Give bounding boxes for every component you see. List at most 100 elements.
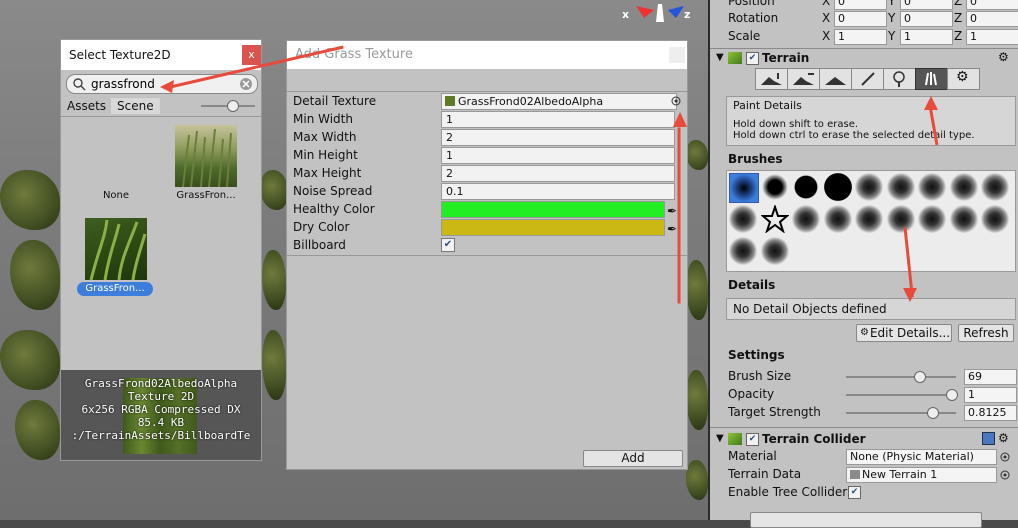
brush-size-input[interactable]: 69: [964, 369, 1017, 385]
brush-swatch[interactable]: [886, 205, 915, 233]
collider-enabled-checkbox[interactable]: ✔: [746, 433, 759, 446]
grass-thumbnail-2[interactable]: [85, 218, 147, 281]
target-strength-slider-knob[interactable]: [926, 407, 939, 419]
tab-scene[interactable]: Scene: [111, 98, 160, 114]
scale-x-input[interactable]: 1: [834, 29, 887, 45]
min-width-input[interactable]: 1: [441, 111, 675, 128]
brush-swatch[interactable]: [855, 173, 883, 201]
refresh-button[interactable]: Refresh: [958, 324, 1014, 342]
rotation-x-input[interactable]: 0: [834, 11, 887, 27]
target-strength-slider[interactable]: [846, 412, 956, 414]
dry-color-swatch[interactable]: [441, 219, 665, 236]
min-height-input[interactable]: 1: [441, 147, 675, 164]
terrain-data-field[interactable]: New Terrain 1: [846, 467, 997, 483]
brush-swatch[interactable]: [729, 237, 757, 265]
brush-swatch[interactable]: [759, 203, 790, 234]
help-book-icon[interactable]: [982, 432, 995, 445]
brush-swatch[interactable]: [918, 205, 946, 233]
component-settings-gear-icon[interactable]: ⚙: [998, 50, 1009, 64]
detail-texture-field[interactable]: GrassFrond02AlbedoAlpha: [441, 93, 677, 110]
brush-swatch[interactable]: [981, 173, 1009, 201]
raise-lower-terrain-tool[interactable]: [755, 68, 788, 90]
clear-search-icon[interactable]: [239, 77, 253, 91]
brush-swatch[interactable]: [729, 205, 757, 233]
grass-frond-icon: [89, 219, 147, 281]
dry-color-label: Dry Color: [293, 220, 350, 234]
target-strength-input[interactable]: 0.8125: [964, 405, 1017, 421]
place-trees-tool[interactable]: [883, 68, 916, 90]
orientation-gizmo[interactable]: x z: [622, 2, 692, 28]
edit-details-button[interactable]: ⚙ Edit Details...: [856, 324, 952, 342]
brush-swatch[interactable]: [792, 205, 820, 233]
rotation-y-input[interactable]: 0: [900, 11, 953, 27]
asset-item-none[interactable]: None: [76, 190, 156, 201]
object-picker-icon[interactable]: [671, 96, 681, 106]
brush-size-slider-knob[interactable]: [913, 371, 926, 383]
scale-z-input[interactable]: 1: [966, 29, 1018, 45]
position-x-input[interactable]: 0: [834, 0, 887, 10]
gear-icon: ⚙: [956, 69, 969, 85]
paint-details-tool[interactable]: [915, 68, 948, 90]
healthy-color-row: Healthy Color ✒: [293, 200, 677, 218]
brush-swatch[interactable]: [886, 173, 915, 201]
settings-heading: Settings: [728, 348, 785, 362]
brush-swatch[interactable]: [823, 205, 852, 233]
billboard-checkbox[interactable]: ✔: [441, 238, 455, 252]
brush-swatch[interactable]: [760, 173, 789, 201]
max-height-row: Max Height 2: [293, 164, 675, 182]
position-z-input[interactable]: 0: [966, 0, 1018, 10]
brush-size-label: Brush Size: [728, 369, 792, 383]
foldout-arrow-icon[interactable]: ▼: [716, 433, 724, 444]
texture-icon: [445, 96, 455, 106]
asset-item-label-1[interactable]: GrassFron...: [166, 190, 246, 201]
smooth-height-tool[interactable]: [819, 68, 852, 90]
gear-icon: ⚙: [860, 327, 869, 338]
max-height-label: Max Height: [293, 166, 362, 180]
gizmo-icon: [636, 4, 684, 22]
terrain-component-icon: [728, 52, 742, 64]
paint-texture-tool[interactable]: [851, 68, 884, 90]
terrain-settings-tool[interactable]: ⚙: [947, 68, 980, 90]
opacity-input[interactable]: 1: [964, 387, 1017, 403]
brush-swatch[interactable]: [760, 237, 789, 265]
details-heading: Details: [728, 278, 776, 292]
add-component-button[interactable]: [750, 512, 982, 528]
brush-swatch[interactable]: [949, 205, 978, 233]
object-picker-icon[interactable]: [1000, 470, 1010, 480]
brush-size-slider[interactable]: [846, 376, 956, 378]
paint-height-tool[interactable]: [787, 68, 820, 90]
terrain-enabled-checkbox[interactable]: ✔: [746, 52, 759, 65]
rotation-z-input[interactable]: 0: [966, 11, 1018, 27]
opacity-slider-knob[interactable]: [946, 389, 958, 401]
asset-item-selected[interactable]: GrassFron...: [77, 282, 153, 296]
grass-thumbnail-1[interactable]: [175, 125, 237, 188]
brush-swatch[interactable]: [918, 173, 946, 201]
tab-assets[interactable]: Assets: [61, 98, 113, 114]
component-settings-gear-icon[interactable]: ⚙: [998, 431, 1009, 445]
object-picker-icon[interactable]: [1000, 452, 1010, 462]
thumb-size-slider-knob[interactable]: [227, 100, 239, 112]
window-close-button[interactable]: [669, 47, 685, 63]
foldout-arrow-icon[interactable]: ▼: [716, 52, 724, 63]
max-height-input[interactable]: 2: [441, 165, 675, 182]
healthy-color-swatch[interactable]: [441, 201, 665, 218]
enable-tree-collider-checkbox[interactable]: ✔: [848, 486, 861, 499]
add-button[interactable]: Add: [583, 450, 683, 467]
brush-swatch[interactable]: [823, 173, 852, 201]
terrain-collider-icon: [728, 433, 742, 445]
brush-swatch[interactable]: [729, 173, 759, 203]
brush-swatch[interactable]: [949, 173, 978, 201]
scale-y-input[interactable]: 1: [900, 29, 953, 45]
tree-cluster: [262, 330, 286, 400]
noise-spread-input[interactable]: 0.1: [441, 183, 675, 200]
brush-swatch[interactable]: [792, 173, 820, 201]
axis-z-label: Z: [954, 0, 963, 8]
paint-details-help-box: Paint Details Hold down shift to erase. …: [726, 96, 1016, 146]
brush-swatch[interactable]: [855, 205, 883, 233]
material-field[interactable]: None (Physic Material): [846, 449, 997, 465]
max-width-input[interactable]: 2: [441, 129, 675, 146]
close-button[interactable]: x: [242, 45, 261, 65]
brush-swatch[interactable]: [981, 205, 1009, 233]
position-y-input[interactable]: 0: [900, 0, 953, 10]
opacity-slider[interactable]: [846, 394, 956, 396]
